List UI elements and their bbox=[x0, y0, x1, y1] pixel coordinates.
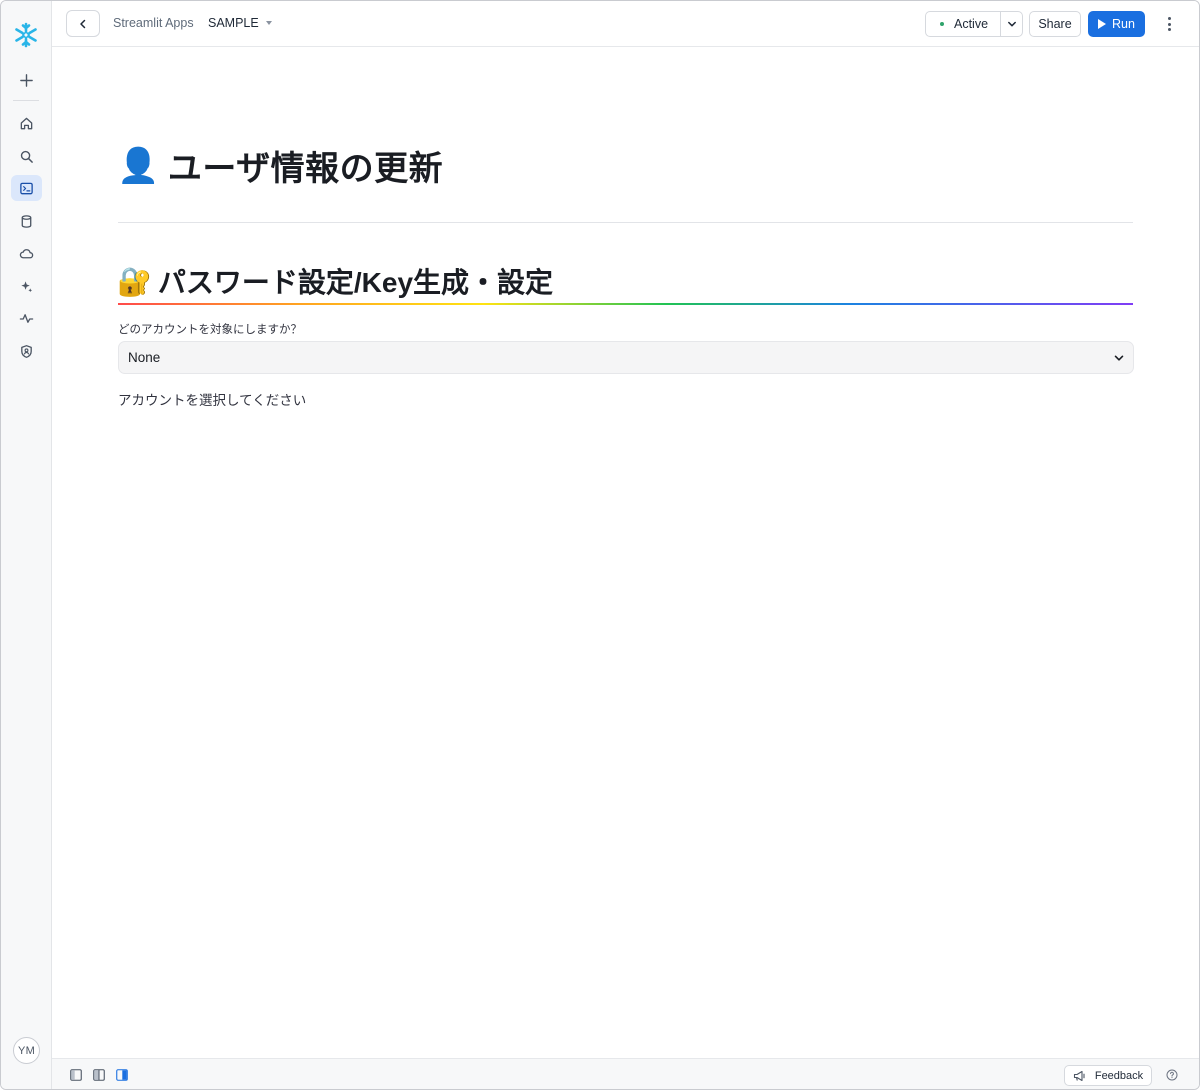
select-account-message: アカウントを選択してください bbox=[118, 393, 307, 408]
layout-left-panel-icon[interactable] bbox=[70, 1069, 82, 1081]
add-button[interactable] bbox=[11, 67, 42, 93]
snowflake-logo-icon[interactable] bbox=[13, 22, 39, 48]
rail-divider bbox=[13, 100, 39, 101]
layout-right-panel-icon[interactable] bbox=[116, 1069, 128, 1081]
terminal-icon bbox=[20, 182, 33, 194]
top-bar: Streamlit Apps SAMPLE Active Share Run bbox=[52, 1, 1199, 47]
account-select-label: どのアカウントを対象にしますか？ bbox=[118, 324, 302, 336]
nav-home[interactable] bbox=[11, 110, 42, 136]
nav-ai-ml[interactable] bbox=[11, 273, 42, 299]
search-icon bbox=[20, 150, 33, 163]
divider bbox=[118, 222, 1133, 223]
nav-monitoring[interactable] bbox=[11, 305, 42, 331]
user-emoji-icon: 👤 bbox=[117, 146, 160, 185]
run-label: Run bbox=[1112, 17, 1135, 31]
status-button[interactable]: Active bbox=[926, 12, 1000, 36]
caret-down-icon bbox=[265, 21, 272, 25]
warehouse-status: Active bbox=[925, 11, 1023, 37]
layout-split-panel-icon[interactable] bbox=[93, 1069, 105, 1081]
run-button[interactable]: Run bbox=[1088, 11, 1145, 37]
help-icon[interactable] bbox=[1166, 1069, 1178, 1081]
play-icon bbox=[1098, 19, 1107, 29]
nav-data-products[interactable] bbox=[11, 240, 42, 266]
activity-icon bbox=[19, 313, 34, 323]
nav-data[interactable] bbox=[11, 208, 42, 234]
app-name-dropdown[interactable]: SAMPLE bbox=[208, 16, 272, 30]
database-icon bbox=[21, 214, 32, 228]
lock-key-emoji-icon: 🔐 bbox=[117, 265, 152, 297]
shield-icon bbox=[21, 344, 32, 358]
rainbow-divider bbox=[118, 303, 1133, 305]
account-select[interactable]: None bbox=[118, 341, 1134, 374]
add-icon bbox=[20, 73, 33, 87]
megaphone-icon bbox=[1073, 1070, 1085, 1081]
chevron-down-icon bbox=[1114, 355, 1124, 361]
status-dropdown-button[interactable] bbox=[1000, 12, 1022, 36]
breadcrumb-streamlit-apps[interactable]: Streamlit Apps bbox=[113, 16, 194, 30]
chevron-left-icon bbox=[80, 19, 86, 28]
status-dot-icon bbox=[940, 22, 944, 26]
nav-projects[interactable] bbox=[11, 175, 42, 201]
app-window: YM Streamlit Apps SAMPLE Active Share Ru… bbox=[0, 0, 1200, 1090]
left-nav-rail: YM bbox=[1, 1, 52, 1089]
cloud-icon bbox=[19, 248, 34, 258]
section-header: 🔐 パスワード設定/Key生成・設定 bbox=[117, 261, 553, 301]
status-label: Active bbox=[954, 17, 989, 31]
page-title-text: ユーザ情報の更新 bbox=[167, 150, 444, 188]
page-title: 👤 ユーザ情報の更新 bbox=[117, 141, 443, 190]
feedback-label: Feedback bbox=[1094, 1069, 1144, 1082]
user-avatar[interactable]: YM bbox=[13, 1037, 40, 1064]
nav-admin[interactable] bbox=[11, 338, 42, 364]
chevron-down-icon bbox=[1007, 21, 1016, 27]
nav-search[interactable] bbox=[11, 143, 42, 169]
more-options-icon[interactable] bbox=[1162, 15, 1176, 33]
feedback-button[interactable]: Feedback bbox=[1064, 1065, 1152, 1086]
back-button[interactable] bbox=[66, 10, 100, 37]
account-select-value: None bbox=[128, 350, 161, 365]
section-header-text: パスワード設定/Key生成・設定 bbox=[157, 267, 554, 298]
streamlit-app-content: 👤 ユーザ情報の更新 🔐 パスワード設定/Key生成・設定 どのアカウントを対象… bbox=[52, 47, 1199, 1058]
sparkle-icon bbox=[21, 280, 33, 292]
app-name: SAMPLE bbox=[208, 16, 259, 30]
home-icon bbox=[20, 117, 33, 129]
share-button[interactable]: Share bbox=[1029, 11, 1081, 37]
bottom-bar: Feedback bbox=[52, 1058, 1199, 1089]
